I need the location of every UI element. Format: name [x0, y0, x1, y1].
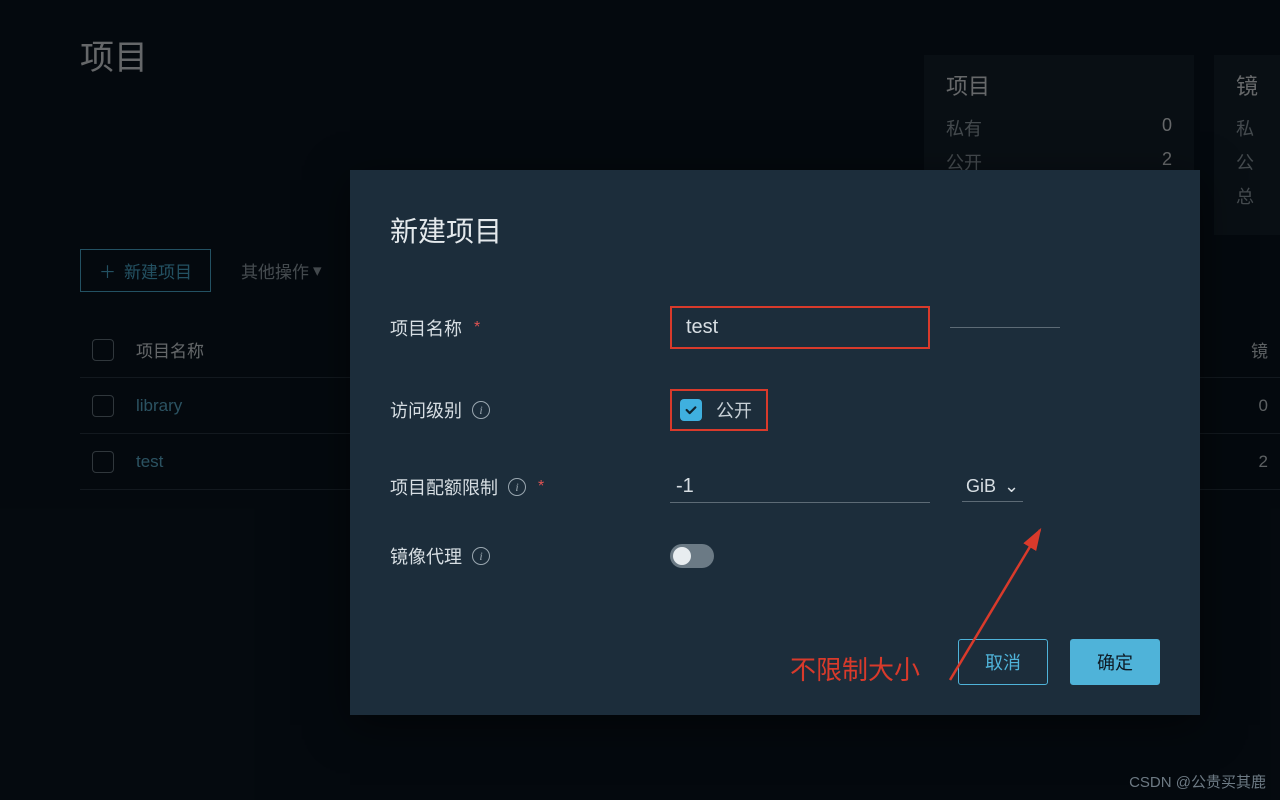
new-project-modal: 新建项目 项目名称* 访问级别 i 公开 项目 — [350, 170, 1200, 715]
required-icon: * — [538, 478, 544, 496]
info-icon[interactable]: i — [472, 547, 490, 565]
quota-input[interactable] — [670, 471, 930, 503]
highlight-annotation — [670, 306, 930, 349]
project-name-input[interactable] — [680, 312, 920, 343]
quota-unit-value: GiB — [966, 476, 996, 497]
info-icon[interactable]: i — [508, 478, 526, 496]
confirm-button[interactable]: 确定 — [1070, 639, 1160, 685]
field-label-quota: 项目配额限制 i * — [390, 474, 670, 500]
toggle-knob — [673, 547, 691, 565]
modal-title: 新建项目 — [390, 210, 1160, 250]
field-label-proxy: 镜像代理 i — [390, 543, 670, 569]
proxy-toggle[interactable] — [670, 544, 714, 568]
quota-unit-select[interactable]: GiB ⌄ — [962, 472, 1023, 502]
chevron-down-icon: ⌄ — [1004, 476, 1019, 497]
field-label-project-name: 项目名称* — [390, 315, 670, 341]
watermark: CSDN @公贵买其鹿 — [1129, 771, 1266, 792]
cancel-button[interactable]: 取消 — [958, 639, 1048, 685]
info-icon[interactable]: i — [472, 401, 490, 419]
required-icon: * — [474, 319, 480, 337]
highlight-annotation: 公开 — [670, 389, 768, 431]
public-checkbox-label: 公开 — [716, 397, 752, 423]
field-label-access-level: 访问级别 i — [390, 397, 670, 423]
public-checkbox[interactable] — [680, 399, 702, 421]
